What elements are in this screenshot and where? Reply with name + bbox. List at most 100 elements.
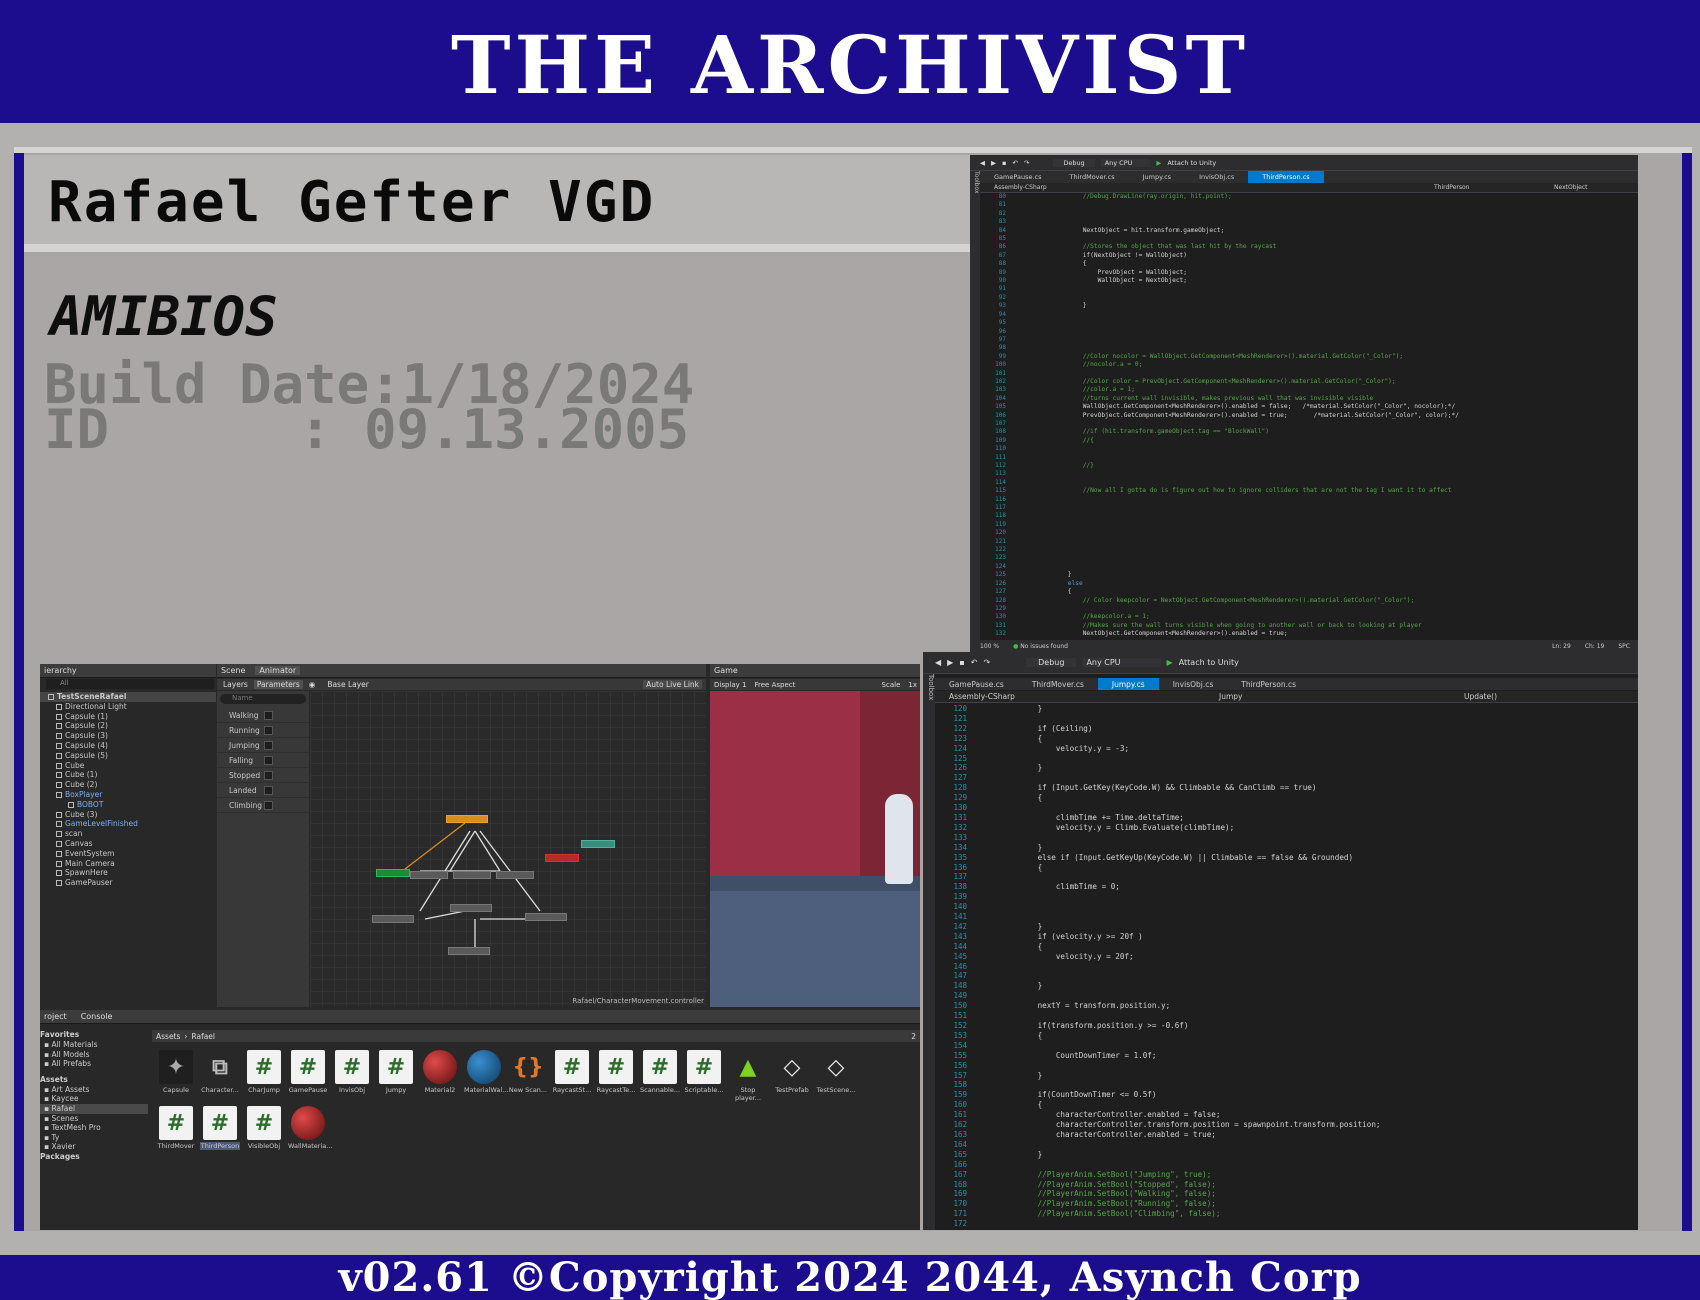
state-g[interactable] (448, 947, 490, 955)
code-line[interactable]: nextY = transform.position.y; (1001, 1001, 1638, 1011)
hierarchy-item[interactable]: Capsule (5) (40, 751, 216, 761)
code-line[interactable] (1038, 285, 1638, 293)
code-line[interactable]: if(CountDownTimer <= 0.5f) (1001, 1090, 1638, 1100)
back-icon[interactable]: ◀ (980, 159, 985, 167)
asset-item[interactable]: MaterialWal... (464, 1050, 508, 1094)
asset-item[interactable]: # GamePause (288, 1050, 328, 1094)
code-line[interactable]: WallObject = NextObject; (1038, 277, 1638, 285)
favorite-item[interactable]: ▪ All Models (40, 1050, 148, 1060)
hierarchy-item[interactable]: scan (40, 829, 216, 839)
code-line[interactable] (1038, 479, 1638, 487)
favorite-item[interactable]: ▪ All Prefabs (40, 1059, 148, 1069)
asset-item[interactable]: # ThirdMover (156, 1106, 196, 1150)
state-a[interactable] (410, 871, 448, 879)
asset-item[interactable]: {} New Scan... (508, 1050, 548, 1095)
aspect-select[interactable]: Free Aspect (754, 681, 795, 689)
code-line[interactable] (1001, 773, 1638, 783)
forward-icon[interactable]: ▶ (947, 658, 953, 667)
code-line[interactable]: { (1001, 734, 1638, 744)
code-line[interactable]: { (1001, 863, 1638, 873)
code-line[interactable]: //PlayerAnim.SetBool("Jumping", true); (1001, 1170, 1638, 1180)
code-line[interactable] (1038, 210, 1638, 218)
code-line[interactable] (1001, 912, 1638, 922)
scene-tab-animator[interactable]: Animator (255, 666, 301, 675)
folder-item[interactable]: ▪ Rafael (40, 1103, 148, 1114)
asset-item[interactable]: ▲ Stop player... (728, 1050, 768, 1103)
code-line[interactable]: if (Ceiling) (1001, 724, 1638, 734)
toolbox-rail[interactable]: Toolbox (923, 674, 935, 1230)
code-line[interactable] (1001, 1011, 1638, 1021)
code-line[interactable] (1001, 971, 1638, 981)
code-line[interactable] (1038, 235, 1638, 243)
code-line[interactable]: CountDownTimer = 1.0f; (1001, 1051, 1638, 1061)
code-line[interactable]: //Debug.DrawLine(ray.origin, hit.point); (1038, 193, 1638, 201)
code-line[interactable] (1038, 605, 1638, 613)
auto-live-link[interactable]: Auto Live Link (643, 680, 702, 689)
code-line[interactable] (1001, 714, 1638, 724)
state-red[interactable] (545, 854, 579, 862)
code-line[interactable] (1038, 546, 1638, 554)
code-line[interactable] (1001, 872, 1638, 882)
code-line[interactable] (1001, 754, 1638, 764)
code-line[interactable] (1001, 1160, 1638, 1170)
code-line[interactable]: { (1038, 260, 1638, 268)
code-line[interactable]: { (1001, 942, 1638, 952)
code-line[interactable] (1038, 294, 1638, 302)
file-tab[interactable]: Jumpy.cs (1097, 678, 1159, 690)
breadcrumb-rafael[interactable]: Rafael (191, 1032, 215, 1041)
hierarchy-item[interactable]: BOBOT (40, 800, 216, 810)
hierarchy-item[interactable]: BoxPlayer (40, 790, 216, 800)
code-line[interactable] (1038, 344, 1638, 352)
code-line[interactable]: //if (hit.transform.gameObject.tag == "B… (1038, 428, 1638, 436)
asset-item[interactable]: # CharJump (244, 1050, 284, 1094)
asset-item[interactable]: # Scriptable... (684, 1050, 724, 1094)
base-layer-crumb[interactable]: Base Layer (327, 680, 369, 689)
asset-item[interactable]: # InvisObj (332, 1050, 372, 1094)
code-line[interactable] (1038, 512, 1638, 520)
code-line[interactable]: //keepcolor.a = 1; (1038, 613, 1638, 621)
file-tab[interactable]: ThirdPerson.cs (1248, 171, 1324, 183)
code-line[interactable] (1001, 1140, 1638, 1150)
code-line[interactable]: //turns current wall invisible, makes pr… (1038, 395, 1638, 403)
file-tab[interactable]: ThirdMover.cs (1018, 678, 1098, 690)
code-line[interactable] (1001, 1219, 1638, 1229)
code-line[interactable] (1001, 962, 1638, 972)
code-line[interactable]: } (1001, 704, 1638, 714)
code-line[interactable] (1038, 420, 1638, 428)
hierarchy-item[interactable]: GamePauser (40, 878, 216, 888)
code-line[interactable]: PrevObject = WallObject; (1038, 269, 1638, 277)
code-line[interactable] (1038, 370, 1638, 378)
hierarchy-item[interactable]: Capsule (1) (40, 712, 216, 722)
display-select[interactable]: Display 1 (714, 681, 746, 689)
asset-item[interactable]: ◇ TestPrefab (772, 1050, 812, 1095)
asset-item[interactable]: # RaycastTe... (596, 1050, 636, 1094)
folder-item[interactable]: ▪ Scenes (40, 1114, 148, 1124)
save-icon[interactable]: ▪ (959, 658, 964, 667)
code-line[interactable]: { (1001, 1031, 1638, 1041)
parameter-checkbox[interactable] (264, 741, 273, 750)
code-line[interactable] (1001, 803, 1638, 813)
state-b[interactable] (453, 871, 491, 879)
code-line[interactable]: } (1001, 922, 1638, 932)
code-line[interactable]: climbTime += Time.deltaTime; (1001, 813, 1638, 823)
state-e[interactable] (450, 904, 492, 912)
code-line[interactable] (1001, 833, 1638, 843)
code-editor[interactable]: //Debug.DrawLine(ray.origin, hit.point);… (1020, 193, 1638, 640)
hierarchy-search[interactable]: All (46, 679, 214, 689)
parameter-checkbox[interactable] (264, 756, 273, 765)
config-select[interactable]: Debug (1026, 658, 1077, 667)
code-line[interactable]: NextObject = hit.transform.gameObject; (1038, 227, 1638, 235)
code-line[interactable] (1038, 504, 1638, 512)
game-viewport[interactable] (710, 691, 920, 1007)
asset-item[interactable]: # RaycastSt... (552, 1050, 592, 1094)
hierarchy-item[interactable]: Cube (2) (40, 780, 216, 790)
code-line[interactable] (1038, 311, 1638, 319)
hierarchy-item[interactable]: TestSceneRafael (40, 692, 216, 702)
parameter-checkbox[interactable] (264, 771, 273, 780)
project-tab[interactable]: roject (44, 1012, 67, 1021)
animator-parameter[interactable]: Falling (217, 753, 309, 768)
code-line[interactable]: //color.a = 1; (1038, 386, 1638, 394)
play-icon[interactable]: ▶ (1167, 658, 1173, 667)
undo-icon[interactable]: ↶ (1012, 159, 1017, 167)
scene-tab-scene[interactable]: Scene (221, 666, 245, 675)
